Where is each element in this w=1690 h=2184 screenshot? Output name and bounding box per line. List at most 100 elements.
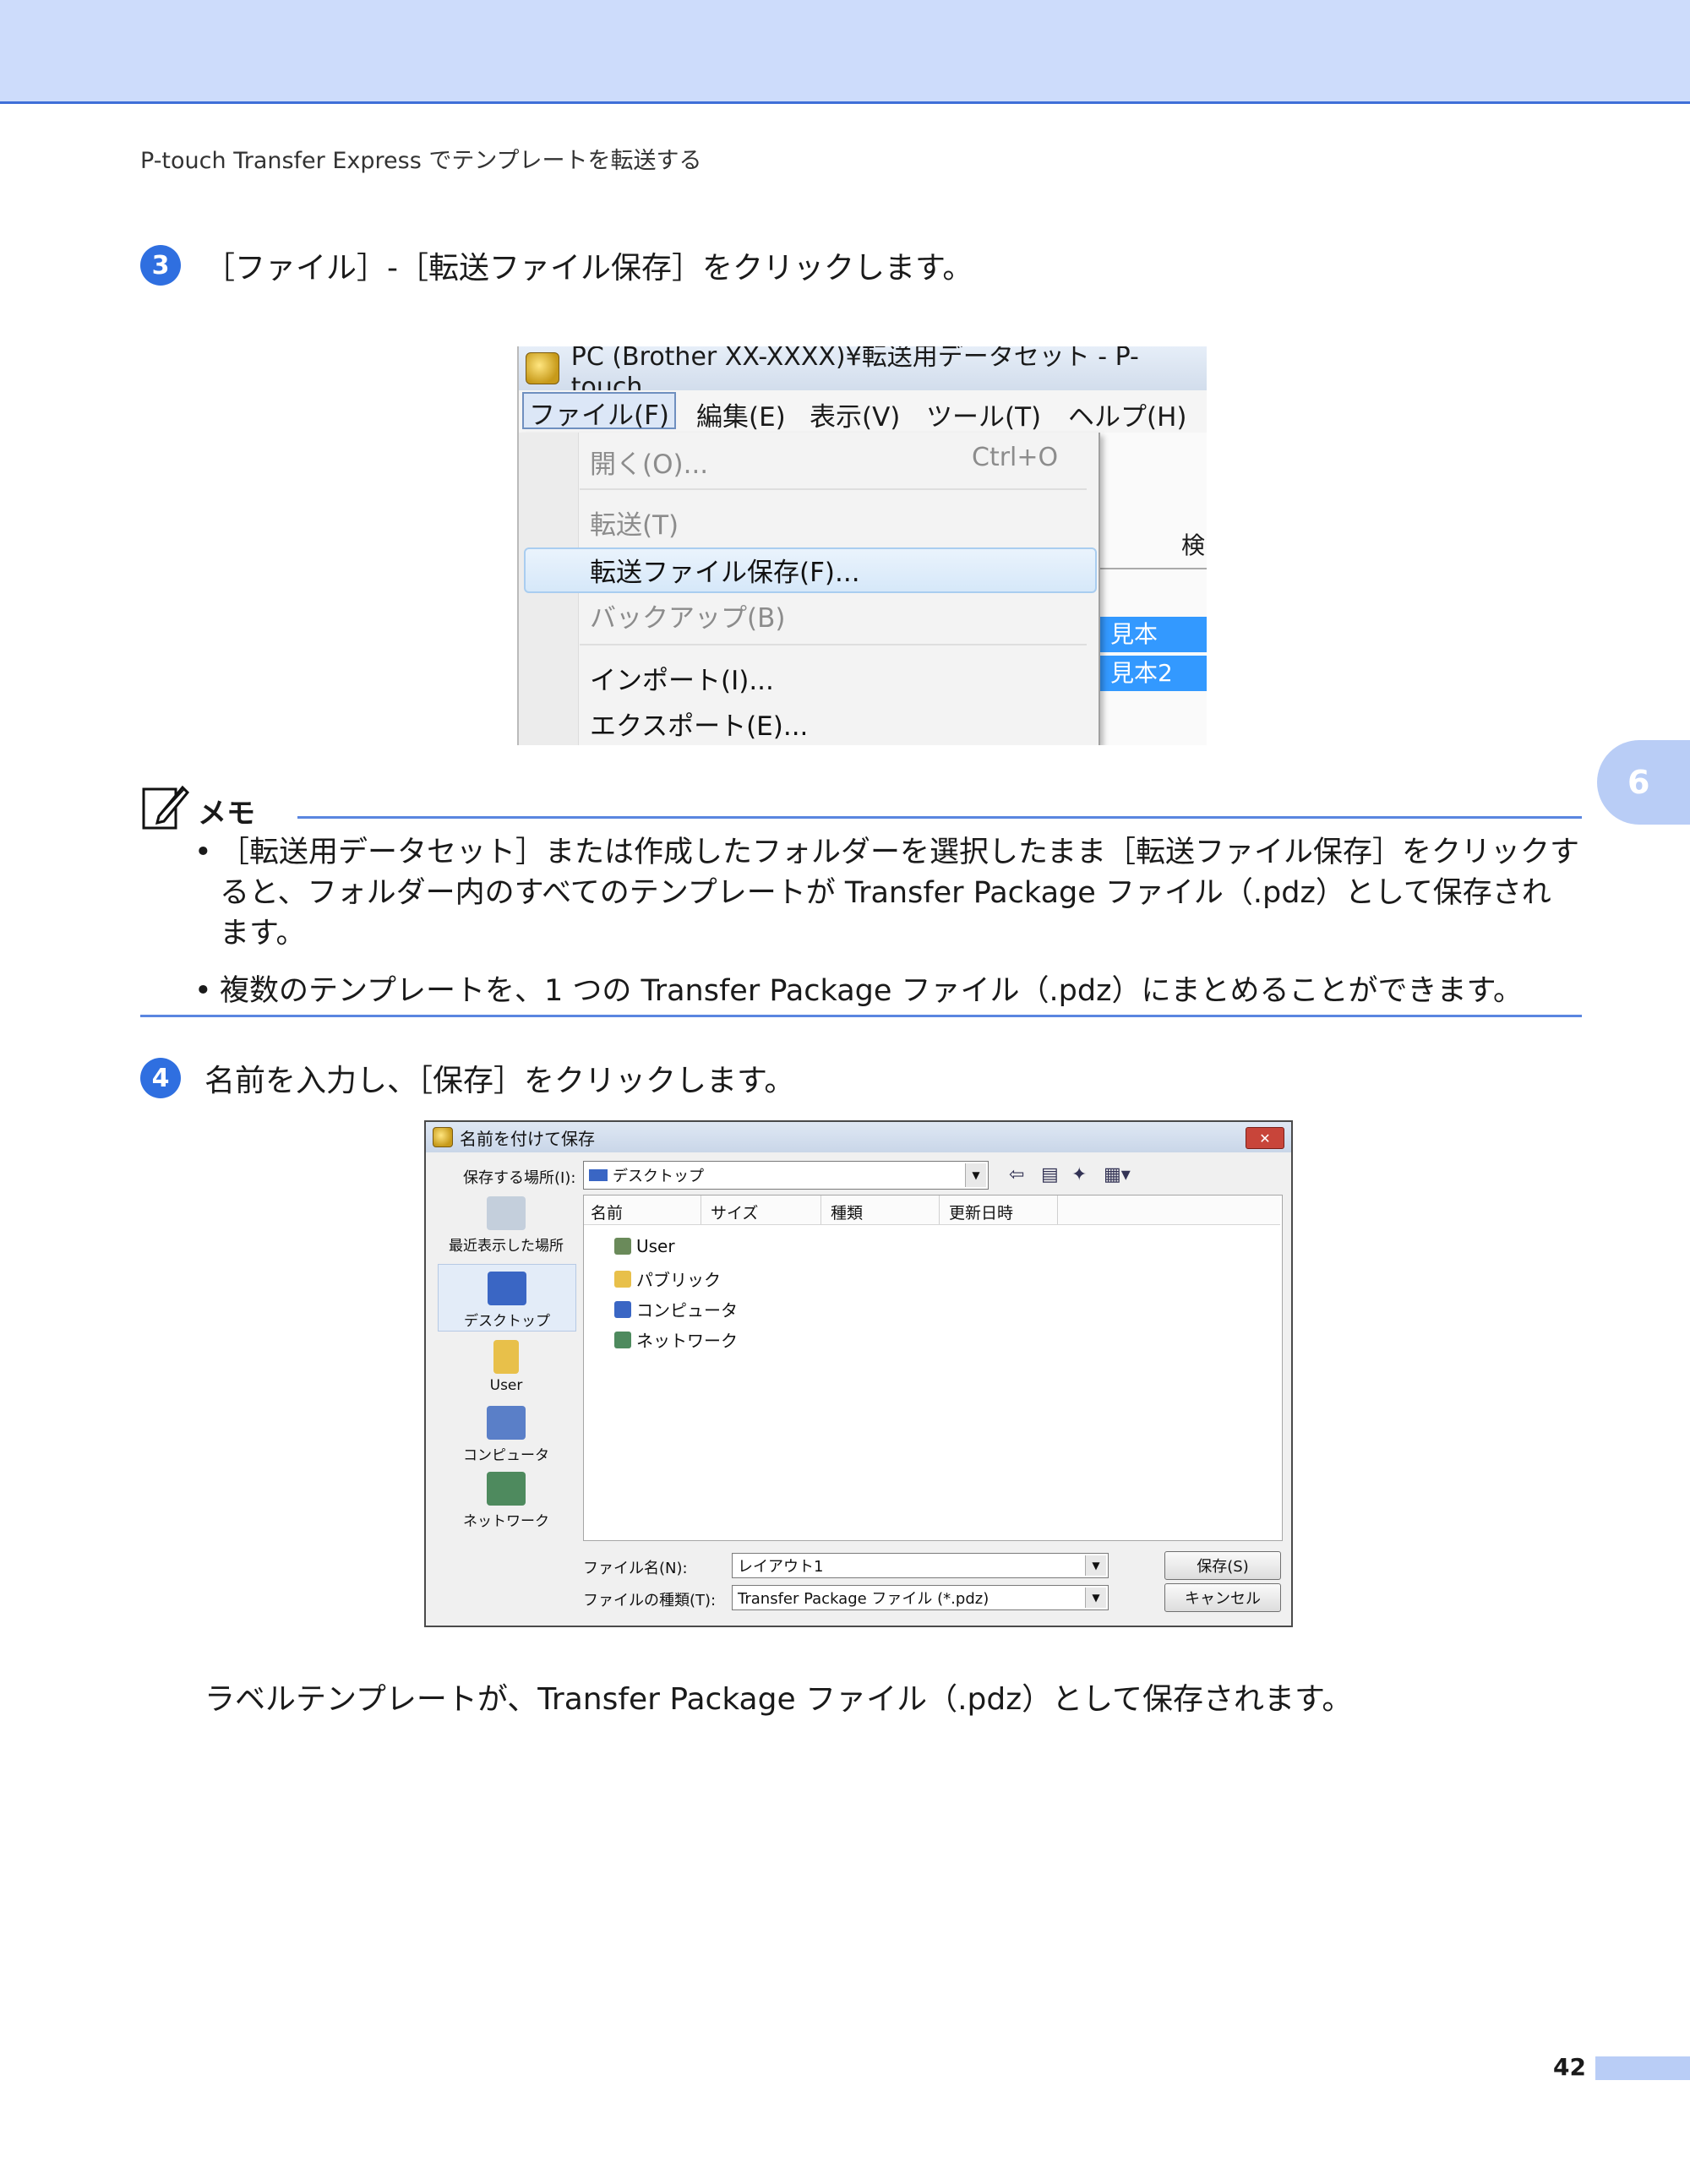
chevron-down-icon: ▼ (1085, 1588, 1106, 1608)
place-network[interactable]: ネットワーク (438, 1472, 575, 1530)
place-computer[interactable]: コンピュータ (438, 1406, 575, 1464)
filename-label: ファイル名(N): (583, 1560, 688, 1577)
page-number-bar (1595, 2056, 1690, 2080)
save-in-value: デスクトップ (613, 1168, 704, 1185)
computer-icon (487, 1406, 526, 1440)
place-recent[interactable]: 最近表示した場所 (438, 1196, 575, 1255)
place-label: デスクトップ (464, 1313, 550, 1330)
list-item-label: User (636, 1236, 675, 1256)
save-as-dialog: 名前を付けて保存 ✕ 保存する場所(I): デスクトップ ▼ ⇦ ▤ ✦ ▦▾ … (424, 1120, 1293, 1627)
desktop-icon (589, 1169, 608, 1181)
list-row-selected[interactable]: 見本2 (1098, 656, 1207, 691)
menu-separator (580, 488, 1087, 490)
running-header: P-touch Transfer Express でテンプレートを転送する (140, 148, 702, 174)
ptouch-app-icon (526, 352, 559, 384)
menu-help[interactable]: ヘルプ(H) (1068, 395, 1187, 433)
menu-separator (580, 644, 1087, 645)
list-item[interactable]: パブリック (614, 1266, 721, 1291)
list-item[interactable]: ネットワーク (614, 1327, 738, 1352)
places-bar: 最近表示した場所 デスクトップ User コンピュータ ネットワーク (438, 1190, 576, 1595)
menu-tools[interactable]: ツール(T) (926, 395, 1041, 433)
chapter-tab: 6 (1597, 740, 1690, 825)
up-folder-icon[interactable]: ▤ (1041, 1164, 1059, 1185)
bullet: • (194, 836, 212, 869)
memo-item-text: ［転送用データセット］または作成したフォルダーを選択したまま［転送ファイル保存］… (220, 836, 1579, 950)
place-user[interactable]: User (438, 1340, 575, 1394)
page-number: 42 (1553, 2053, 1586, 2081)
menu-item-import[interactable]: インポート(I)... (590, 659, 774, 697)
menu-item-save-transfer-file[interactable]: 転送ファイル保存(F)... (590, 551, 860, 589)
column-size[interactable]: サイズ (711, 1201, 758, 1223)
cancel-button[interactable]: キャンセル (1164, 1583, 1281, 1612)
filetype-dropdown[interactable]: Transfer Package ファイル (*.pdz) ▼ (732, 1585, 1109, 1610)
memo-item-text: 複数のテンプレートを、1 つの Transfer Package ファイル（.p… (220, 974, 1523, 1008)
top-header-band (0, 0, 1690, 104)
filename-input[interactable]: レイアウト1 ▼ (732, 1553, 1109, 1578)
list-item-label: ネットワーク (636, 1331, 738, 1351)
place-desktop[interactable]: デスクトップ (438, 1264, 576, 1332)
column-name[interactable]: 名前 (591, 1201, 623, 1223)
network-icon (614, 1331, 631, 1348)
filetype-label: ファイルの種類(T): (583, 1592, 717, 1609)
network-icon (487, 1472, 526, 1506)
save-button[interactable]: 保存(S) (1164, 1551, 1281, 1580)
save-in-dropdown[interactable]: デスクトップ ▼ (583, 1161, 989, 1190)
window-title-bar: PC (Brother XX-XXXX)¥転送用データセット - P-touch (519, 346, 1207, 402)
menu-shortcut-open: Ctrl+O (972, 443, 1059, 472)
step-4: 4 名前を入力し、［保存］をクリックします。 (140, 1056, 794, 1100)
step-3-text: ［ファイル］-［転送ファイル保存］をクリックします。 (204, 251, 973, 286)
step-number-badge: 3 (140, 245, 181, 286)
menu-item-export[interactable]: エクスポート(E)... (590, 705, 808, 743)
memo-list: • ［転送用データセット］または作成したフォルダーを選択したまま［転送ファイル保… (194, 832, 1580, 1028)
desktop-icon (488, 1272, 526, 1305)
list-row-selected[interactable]: 見本 (1098, 617, 1207, 652)
panel-divider (1098, 568, 1207, 569)
file-menu-screenshot: PC (Brother XX-XXXX)¥転送用データセット - P-touch… (517, 346, 1207, 745)
folder-icon (614, 1270, 631, 1288)
place-label: ネットワーク (463, 1513, 549, 1530)
back-icon[interactable]: ⇦ (1009, 1164, 1024, 1185)
column-divider (1057, 1195, 1058, 1224)
column-modified[interactable]: 更新日時 (949, 1201, 1013, 1223)
view-menu-icon[interactable]: ▦▾ (1104, 1164, 1131, 1185)
place-label: User (489, 1377, 523, 1394)
column-divider (820, 1195, 821, 1224)
chevron-down-icon: ▼ (965, 1163, 986, 1187)
menu-item-open[interactable]: 開く(O)... (590, 443, 708, 481)
file-list: 名前 サイズ 種類 更新日時 User パブリック コンピュータ ネットワーク (583, 1195, 1283, 1541)
memo-item: • 複数のテンプレートを、1 つの Transfer Package ファイル（… (194, 971, 1580, 1011)
menu-item-backup[interactable]: バックアップ(B) (590, 596, 785, 635)
new-folder-icon[interactable]: ✦ (1071, 1164, 1087, 1185)
list-item-label: パブリック (636, 1270, 721, 1290)
result-text: ラベルテンプレートが、Transfer Package ファイル（.pdz）とし… (204, 1682, 1353, 1717)
memo-bottom-rule (140, 1015, 1582, 1017)
memo-item: • ［転送用データセット］または作成したフォルダーを選択したまま［転送ファイル保… (194, 832, 1580, 954)
computer-icon (614, 1300, 631, 1318)
list-item[interactable]: User (614, 1236, 675, 1256)
menu-file[interactable]: ファイル(F) (522, 392, 677, 431)
memo-header: メモ (140, 782, 255, 833)
user-icon (614, 1238, 631, 1255)
memo-title: メモ (198, 797, 255, 831)
ptouch-app-icon (433, 1127, 453, 1147)
file-dropdown-menu: 開く(O)... Ctrl+O 転送(T) 転送ファイル保存(F)... バック… (519, 433, 1100, 745)
bullet: • (194, 974, 212, 1008)
dialog-title: 名前を付けて保存 (460, 1128, 595, 1149)
column-divider (939, 1195, 940, 1224)
place-label: 最近表示した場所 (449, 1238, 564, 1255)
menu-view[interactable]: 表示(V) (810, 395, 900, 433)
menu-item-transfer[interactable]: 転送(T) (590, 504, 679, 542)
chevron-down-icon: ▼ (1085, 1555, 1106, 1576)
step-3: 3 ［ファイル］-［転送ファイル保存］をクリックします。 (140, 243, 973, 287)
memo-pencil-icon (142, 785, 190, 830)
save-in-label: 保存する場所(I): (463, 1169, 576, 1187)
search-icon (1098, 433, 1136, 470)
background-window-panel (1098, 433, 1207, 745)
filetype-value: Transfer Package ファイル (*.pdz) (738, 1590, 989, 1608)
filename-value: レイアウト1 (738, 1558, 824, 1576)
menu-edit[interactable]: 編集(E) (696, 395, 786, 433)
list-item[interactable]: コンピュータ (614, 1297, 738, 1321)
list-item-label: コンピュータ (636, 1300, 738, 1321)
column-type[interactable]: 種類 (831, 1201, 863, 1223)
close-button[interactable]: ✕ (1246, 1127, 1284, 1149)
